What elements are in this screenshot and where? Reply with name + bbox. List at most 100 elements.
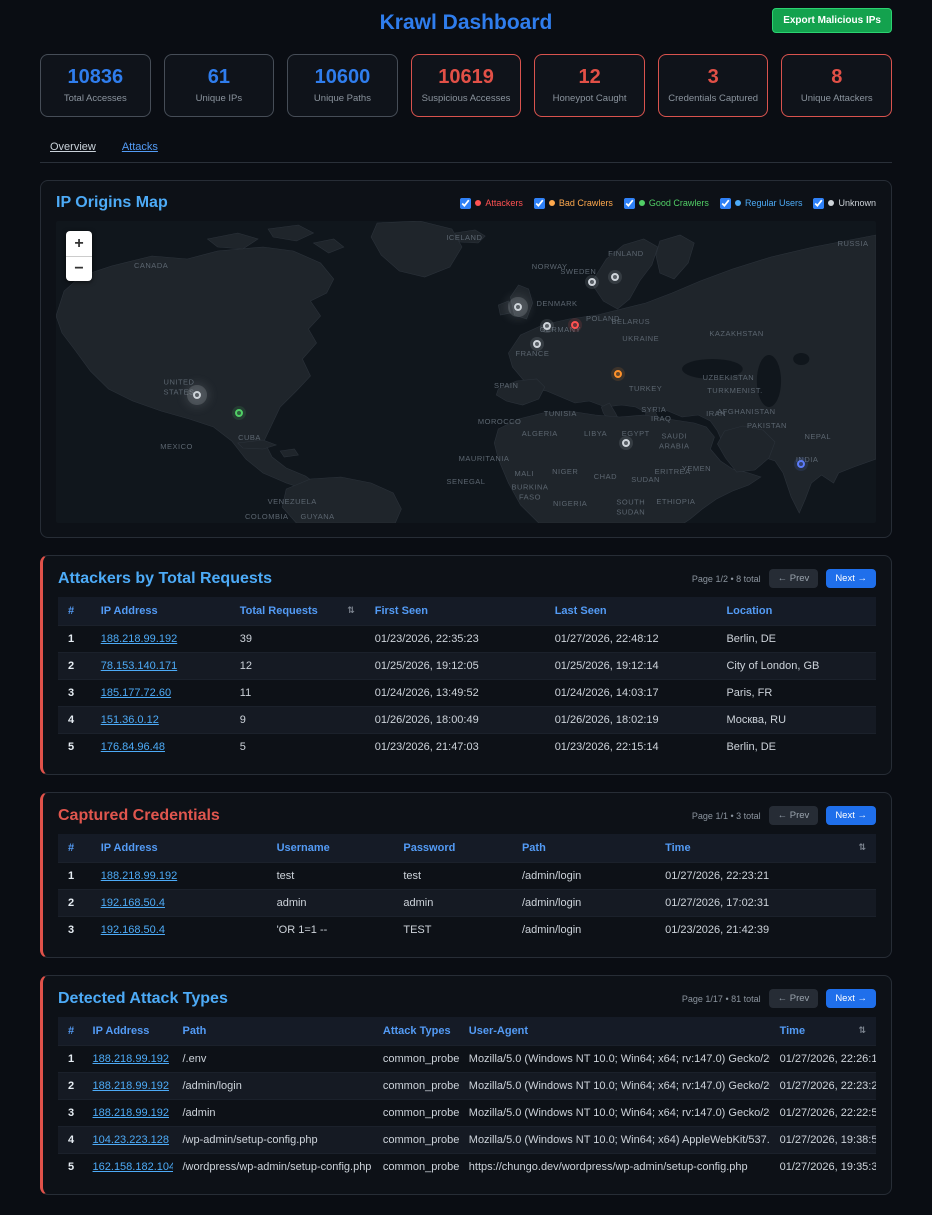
table-cell: Mozilla/5.0 (Windows NT 10.0; Win64; x64…	[459, 1046, 770, 1073]
ip-address-link[interactable]: 151.36.0.12	[101, 714, 159, 726]
ip-origins-map-card: IP Origins Map AttackersBad CrawlersGood…	[40, 180, 892, 538]
table-row: 1188.218.99.192testtest/admin/login01/27…	[58, 863, 876, 890]
ip-address-link[interactable]: 188.218.99.192	[93, 1080, 169, 1092]
attackers-section: Attackers by Total Requests Page 1/2 • 8…	[40, 555, 892, 775]
prev-page-button[interactable]: ← Prev	[769, 989, 819, 1008]
map-marker-unknown[interactable]	[588, 278, 596, 286]
tab-attacks[interactable]: Attacks	[122, 141, 158, 153]
table-cell: Mozilla/5.0 (Windows NT 10.0; Win64; x64…	[459, 1073, 770, 1100]
legend-item-good-crawlers[interactable]: Good Crawlers	[624, 198, 709, 209]
next-page-button[interactable]: Next →	[826, 989, 876, 1008]
table-row: 3192.168.50.4'OR 1=1 --TEST/admin/login0…	[58, 917, 876, 944]
legend-checkbox[interactable]	[720, 198, 731, 209]
legend-checkbox[interactable]	[813, 198, 824, 209]
page-info: Page 1/1 • 3 total	[692, 811, 761, 821]
ip-address-link[interactable]: 192.168.50.4	[101, 897, 165, 909]
column-header-path: Path	[512, 834, 655, 863]
sort-icon[interactable]: ⇅	[858, 842, 866, 853]
stat-label: Suspicious Accesses	[414, 93, 519, 104]
legend-item-regular-users[interactable]: Regular Users	[720, 198, 803, 209]
ip-address-link[interactable]: 188.218.99.192	[101, 633, 177, 645]
prev-page-button[interactable]: ← Prev	[769, 806, 819, 825]
cell-ip-address: 104.23.223.128	[83, 1127, 173, 1154]
tab-overview[interactable]: Overview	[50, 141, 96, 153]
table-cell: /admin	[173, 1100, 373, 1127]
map-marker-regular-user[interactable]	[797, 460, 805, 468]
table-cell: City of London, GB	[716, 653, 876, 680]
table-cell: 01/24/2026, 14:03:17	[545, 680, 717, 707]
table-cell: 01/23/2026, 22:35:23	[365, 626, 545, 653]
map-marker-unknown[interactable]	[533, 340, 541, 348]
column-header-username: Username	[267, 834, 394, 863]
page-title: Krawl Dashboard	[380, 11, 553, 35]
sort-icon[interactable]: ⇅	[858, 1025, 866, 1036]
legend-item-attackers[interactable]: Attackers	[460, 198, 523, 209]
legend-checkbox[interactable]	[624, 198, 635, 209]
dashboard-page: Krawl Dashboard Export Malicious IPs 108…	[0, 0, 932, 1215]
map-marker-unknown[interactable]	[193, 391, 201, 399]
page-info: Page 1/17 • 81 total	[682, 994, 761, 1004]
zoom-out-button[interactable]: −	[66, 256, 92, 281]
table-cell: common_probes	[373, 1154, 459, 1181]
sort-icon[interactable]: ⇅	[347, 605, 355, 616]
attackers-pagination: Page 1/2 • 8 total ← Prev Next →	[692, 569, 876, 588]
zoom-in-button[interactable]: +	[66, 231, 92, 256]
stat-label: Unique Paths	[290, 93, 395, 104]
stat-label: Credentials Captured	[661, 93, 766, 104]
ip-address-link[interactable]: 192.168.50.4	[101, 924, 165, 936]
legend-item-unknown[interactable]: Unknown	[813, 198, 876, 209]
cell-ip-address: 151.36.0.12	[91, 707, 230, 734]
attack-types-pagination: Page 1/17 • 81 total ← Prev Next →	[682, 989, 876, 1008]
ip-address-link[interactable]: 188.218.99.192	[93, 1107, 169, 1119]
table-cell: Berlin, DE	[716, 626, 876, 653]
legend-label: Unknown	[838, 198, 876, 208]
map-marker-unknown[interactable]	[611, 273, 619, 281]
ip-address-link[interactable]: 188.218.99.192	[101, 870, 177, 882]
next-page-button[interactable]: Next →	[826, 806, 876, 825]
table-cell: 12	[230, 653, 365, 680]
table-cell: 4	[58, 1127, 83, 1154]
table-cell: admin	[393, 890, 512, 917]
map-marker-good-crawler[interactable]	[235, 409, 243, 417]
page-info: Page 1/2 • 8 total	[692, 574, 761, 584]
ip-address-link[interactable]: 104.23.223.128	[93, 1134, 169, 1146]
table-cell: 39	[230, 626, 365, 653]
column-header-ip-address: IP Address	[83, 1017, 173, 1046]
legend-checkbox[interactable]	[460, 198, 471, 209]
legend-item-bad-crawlers[interactable]: Bad Crawlers	[534, 198, 613, 209]
stat-value: 12	[537, 66, 642, 88]
map-marker-unknown[interactable]	[543, 322, 551, 330]
map-marker-attacker[interactable]	[571, 321, 579, 329]
table-cell: 1	[58, 1046, 83, 1073]
export-malicious-ips-button[interactable]: Export Malicious IPs	[772, 8, 892, 33]
stat-card-unique-attackers: 8 Unique Attackers	[781, 54, 892, 117]
table-cell: 3	[58, 1100, 83, 1127]
column-header-time[interactable]: Time⇅	[770, 1017, 876, 1046]
legend-checkbox[interactable]	[534, 198, 545, 209]
cell-ip-address: 188.218.99.192	[91, 626, 230, 653]
prev-page-button[interactable]: ← Prev	[769, 569, 819, 588]
ip-address-link[interactable]: 78.153.140.171	[101, 660, 177, 672]
table-cell: 01/25/2026, 19:12:14	[545, 653, 717, 680]
column-header-time[interactable]: Time⇅	[655, 834, 876, 863]
next-page-button[interactable]: Next →	[826, 569, 876, 588]
table-header-row: #IP AddressTotal Requests⇅First SeenLast…	[58, 597, 876, 626]
map-canvas[interactable]: + − ICELANDCANADARUSSIANORWAYFINLANDSWED…	[56, 221, 876, 523]
map-marker-unknown[interactable]	[622, 439, 630, 447]
ip-address-link[interactable]: 162.158.182.104	[93, 1161, 173, 1173]
stat-value: 10619	[414, 66, 519, 88]
ip-address-link[interactable]: 185.177.72.60	[101, 687, 171, 699]
table-cell: Mozilla/5.0 (Windows NT 10.0; Win64; x64…	[459, 1100, 770, 1127]
table-header-row: #IP AddressPathAttack TypesUser-AgentTim…	[58, 1017, 876, 1046]
table-cell: Москва, RU	[716, 707, 876, 734]
legend-dot-icon	[549, 200, 555, 206]
map-zoom-control: + −	[66, 231, 92, 281]
map-marker-unknown[interactable]	[514, 303, 522, 311]
ip-address-link[interactable]: 176.84.96.48	[101, 741, 165, 753]
column-header-total-requests[interactable]: Total Requests⇅	[230, 597, 365, 626]
ip-address-link[interactable]: 188.218.99.192	[93, 1053, 169, 1065]
table-cell: test	[393, 863, 512, 890]
map-marker-bad-crawler[interactable]	[614, 370, 622, 378]
stat-card-honeypot-caught: 12 Honeypot Caught	[534, 54, 645, 117]
stat-card-total-accesses: 10836 Total Accesses	[40, 54, 151, 117]
